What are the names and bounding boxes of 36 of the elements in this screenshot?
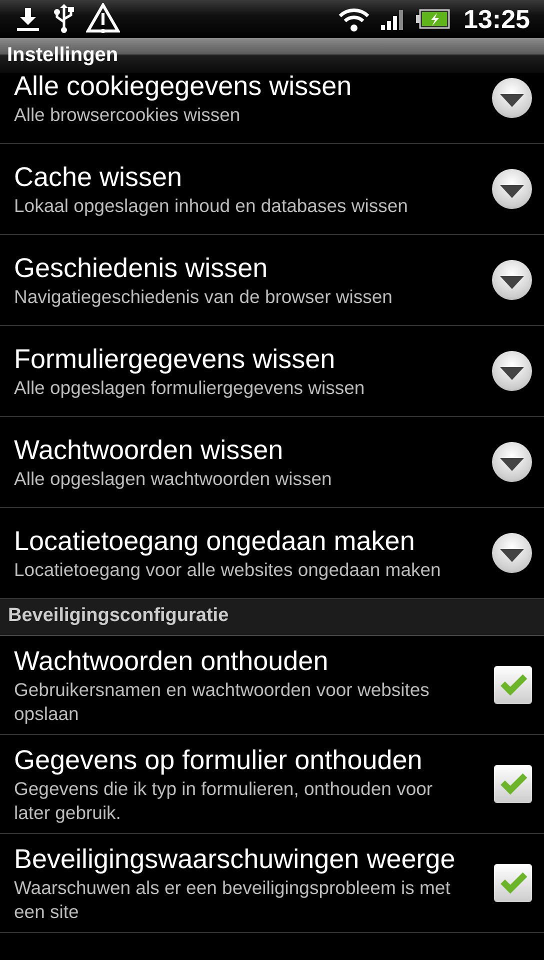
setting-summary: Alle opgeslagen formuliergegevens wissen	[14, 376, 366, 400]
battery-icon	[416, 9, 450, 29]
usb-icon	[52, 4, 76, 34]
setting-summary: Locatietoegang voor alle websites ongedaan maken	[14, 558, 442, 582]
setting-summary: Lokaal opgeslagen inhoud en databases wissen	[14, 194, 409, 218]
dropdown-button[interactable]	[492, 351, 532, 391]
checkbox[interactable]	[494, 666, 532, 704]
screen-title: Instellingen	[7, 44, 118, 67]
setting-title: Alle cookiegegevens wissen	[14, 73, 353, 103]
signal-icon	[380, 8, 406, 30]
dropdown-button[interactable]	[492, 260, 532, 300]
setting-title: Wachtwoorden wissen	[14, 434, 284, 467]
setting-title: Beveiligingswaarschuwingen weerge	[14, 843, 456, 876]
checkbox[interactable]	[494, 864, 532, 902]
setting-summary: Navigatiegeschiedenis van de browser wissen	[14, 285, 394, 309]
setting-summary: Waarschuwen als er een beveiligingsprobleem is met een site	[14, 876, 452, 924]
dropdown-button[interactable]	[492, 533, 532, 573]
checkbox[interactable]	[494, 765, 532, 803]
dropdown-button[interactable]	[492, 78, 532, 118]
setting-title: Geschiedenis wissen	[14, 252, 269, 285]
wifi-icon	[338, 6, 370, 32]
setting-summary: Gebruikersnamen en wachtwoorden voor websites opslaan	[14, 678, 430, 726]
clock: 13:25	[464, 4, 530, 34]
setting-title: Locatietoegang ongedaan maken	[14, 525, 416, 558]
setting-summary: Gegevens die ik typ in formulieren, onthouden voor later gebruik.	[14, 777, 434, 825]
setting-summary: Alle browsercookies wissen	[14, 103, 242, 127]
download-icon	[14, 6, 42, 32]
section-header: Beveiligingsconfiguratie	[0, 599, 544, 636]
setting-title: Formuliergegevens wissen	[14, 343, 336, 376]
dropdown-button[interactable]	[492, 169, 532, 209]
setting-title: Cache wissen	[14, 161, 184, 194]
dropdown-button[interactable]	[492, 442, 532, 482]
warning-icon	[86, 3, 120, 35]
setting-summary: Alle opgeslagen wachtwoorden wissen	[14, 467, 333, 491]
setting-title: Wachtwoorden onthouden	[14, 645, 330, 678]
setting-title: Gegevens op formulier onthouden	[14, 744, 424, 777]
